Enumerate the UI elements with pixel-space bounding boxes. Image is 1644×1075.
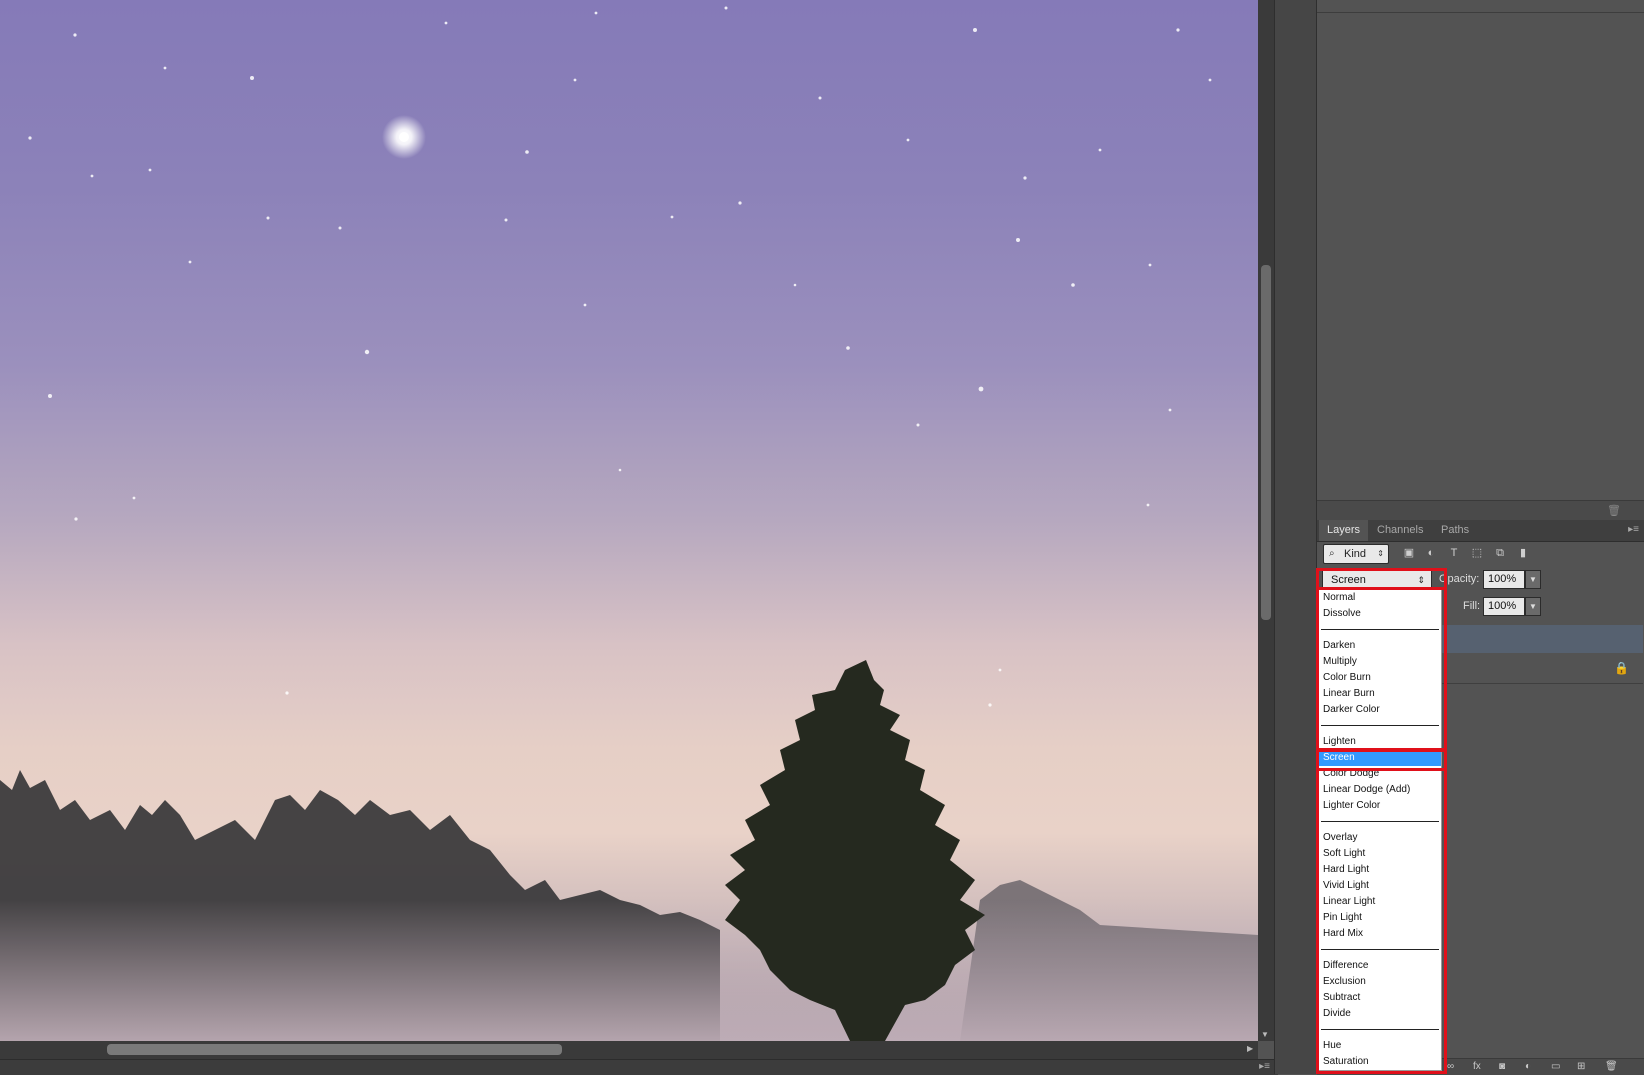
night-sky-photo	[0, 6, 1258, 1041]
layers-panel-tabs: Layers Channels Paths ▸≡	[1317, 520, 1644, 542]
blend-option-color-dodge[interactable]: Color Dodge	[1319, 766, 1441, 782]
blend-option-darker-color[interactable]: Darker Color	[1319, 702, 1441, 718]
blend-option-linear-dodge-add[interactable]: Linear Dodge (Add)	[1319, 782, 1441, 798]
blend-option-pin-light[interactable]: Pin Light	[1319, 910, 1441, 926]
menu-separator	[1321, 949, 1439, 950]
delete-layer-icon[interactable]: 🗑	[1605, 1061, 1618, 1072]
scroll-right-arrow-icon[interactable]: ▶	[1247, 1044, 1253, 1053]
opacity-dropdown-button[interactable]: ▼	[1525, 570, 1541, 589]
blend-option-vivid-light[interactable]: Vivid Light	[1319, 878, 1441, 894]
lock-icon: 🔒	[1614, 661, 1629, 675]
new-group-icon[interactable]: ▭	[1551, 1061, 1560, 1072]
blend-option-darken[interactable]: Darken	[1319, 638, 1441, 654]
tab-paths[interactable]: Paths	[1433, 520, 1477, 541]
blend-option-hard-light[interactable]: Hard Light	[1319, 862, 1441, 878]
blend-option-linear-burn[interactable]: Linear Burn	[1319, 686, 1441, 702]
blend-option-lighter-color[interactable]: Lighter Color	[1319, 798, 1441, 814]
panel-dock-gutter	[1274, 0, 1317, 1074]
blend-option-saturation[interactable]: Saturation	[1319, 1054, 1441, 1070]
blend-option-difference[interactable]: Difference	[1319, 958, 1441, 974]
horizontal-scrollbar[interactable]: ▶	[0, 1041, 1258, 1059]
add-mask-icon[interactable]: ◙	[1499, 1061, 1505, 1072]
blend-option-lighten[interactable]: Lighten	[1319, 734, 1441, 750]
fill-field[interactable]: 100%	[1483, 597, 1525, 616]
status-bar: ▸≡	[0, 1059, 1278, 1075]
updown-arrows-icon: ⇕	[1377, 549, 1384, 558]
panel-divider	[1317, 12, 1644, 13]
adjustment-layer-filter-icon[interactable]: ◐	[1423, 546, 1439, 560]
new-layer-icon[interactable]: ⊞	[1577, 1061, 1585, 1072]
status-menu-icon[interactable]: ▸≡	[1259, 1061, 1270, 1072]
trash-icon[interactable]: 🗑	[1607, 504, 1621, 517]
type-layer-filter-icon[interactable]: T	[1446, 546, 1462, 560]
menu-separator	[1321, 821, 1439, 822]
blend-option-normal[interactable]: Normal	[1319, 590, 1441, 606]
vertical-scrollbar[interactable]: ▼	[1258, 0, 1274, 1041]
menu-separator	[1321, 1029, 1439, 1030]
updown-arrows-icon: ⇕	[1417, 575, 1425, 585]
blend-option-hue[interactable]: Hue	[1319, 1038, 1441, 1054]
blend-option-subtract[interactable]: Subtract	[1319, 990, 1441, 1006]
blend-option-overlay[interactable]: Overlay	[1319, 830, 1441, 846]
blend-option-color-burn[interactable]: Color Burn	[1319, 670, 1441, 686]
fill-label: Fill:	[1463, 600, 1481, 612]
vertical-scroll-thumb[interactable]	[1261, 265, 1271, 620]
blend-option-soft-light[interactable]: Soft Light	[1319, 846, 1441, 862]
fx-icon[interactable]: fx	[1473, 1061, 1481, 1072]
blend-option-multiply[interactable]: Multiply	[1319, 654, 1441, 670]
search-icon: ⌕	[1329, 548, 1335, 559]
blend-mode-select[interactable]: Screen ⇕	[1322, 570, 1432, 590]
panel-menu-icon[interactable]: ▸≡	[1628, 524, 1639, 535]
horizontal-scroll-thumb[interactable]	[107, 1044, 562, 1055]
upper-panel-footer: 🗑	[1317, 500, 1644, 521]
fill-dropdown-button[interactable]: ▼	[1525, 597, 1541, 616]
blend-option-dissolve[interactable]: Dissolve	[1319, 606, 1441, 622]
scroll-down-arrow-icon[interactable]: ▼	[1261, 1030, 1269, 1039]
filter-toggle-icon[interactable]: ▮	[1515, 546, 1531, 560]
filter-kind-select[interactable]: ⌕ Kind ⇕	[1323, 544, 1389, 564]
menu-separator	[1321, 629, 1439, 630]
link-layers-icon[interactable]: ∞	[1447, 1061, 1454, 1072]
blend-option-divide[interactable]: Divide	[1319, 1006, 1441, 1022]
menu-separator	[1321, 725, 1439, 726]
tab-layers[interactable]: Layers	[1319, 520, 1369, 541]
blend-option-linear-light[interactable]: Linear Light	[1319, 894, 1441, 910]
shape-layer-filter-icon[interactable]: ⬚	[1469, 546, 1485, 560]
smart-object-filter-icon[interactable]: ⧉	[1492, 546, 1508, 560]
document-canvas[interactable]	[0, 0, 1258, 1041]
layer-filter-row: ⌕ Kind ⇕ ▣ ◐ T ⬚ ⧉ ▮	[1317, 542, 1644, 566]
blend-option-exclusion[interactable]: Exclusion	[1319, 974, 1441, 990]
blend-option-hard-mix[interactable]: Hard Mix	[1319, 926, 1441, 942]
blend-mode-dropdown-list: Normal Dissolve Darken Multiply Color Burn Li…	[1318, 589, 1442, 1071]
blend-option-screen[interactable]: Screen	[1319, 750, 1441, 766]
opacity-label: Opacity:	[1439, 573, 1480, 585]
upper-panel: 🗑	[1317, 0, 1644, 521]
tab-channels[interactable]: Channels	[1369, 520, 1431, 541]
new-adjustment-icon[interactable]: ◐	[1525, 1061, 1531, 1072]
layer-row-selected[interactable]	[1437, 625, 1643, 653]
layer-row-background[interactable]: 🔒	[1437, 655, 1643, 684]
opacity-field[interactable]: 100%	[1483, 570, 1525, 589]
pixel-layer-filter-icon[interactable]: ▣	[1401, 546, 1417, 560]
